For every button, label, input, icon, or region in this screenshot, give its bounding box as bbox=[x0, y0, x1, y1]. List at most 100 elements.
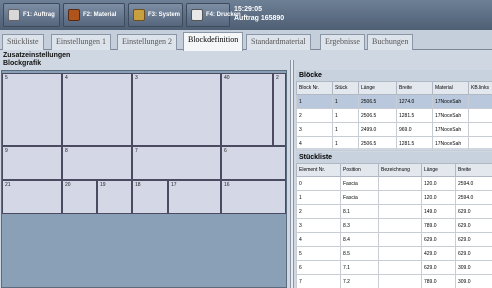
order-number: Auftrag 165890 bbox=[234, 15, 285, 22]
cell: 309.0 bbox=[455, 260, 492, 275]
splitter-handle[interactable] bbox=[290, 60, 294, 288]
cell: 1281.5 bbox=[396, 136, 433, 151]
folder-icon bbox=[8, 9, 20, 21]
block-9[interactable]: 9 bbox=[2, 146, 62, 180]
cell: 3 bbox=[296, 218, 341, 233]
section-title: Zusatzeinstellungen bbox=[3, 52, 71, 59]
table-row[interactable]: 4 1 2506.5 1281.5 17NoceSah bbox=[296, 136, 492, 151]
tab-einstellungen-1[interactable]: Einstellungen 1 bbox=[51, 34, 111, 50]
current-time: 15:29:05 bbox=[234, 6, 263, 13]
printer-icon bbox=[191, 9, 203, 21]
cell: 2499.0 bbox=[358, 122, 397, 137]
cell: 149.0 bbox=[421, 204, 456, 219]
col-block-nr[interactable]: Block Nr. bbox=[296, 81, 333, 95]
col-stueck[interactable]: Stück bbox=[332, 81, 359, 95]
bloecke-panel: Blöcke Block Nr. Stück Länge Breite Mate… bbox=[296, 70, 492, 151]
cell: 120.0 bbox=[421, 176, 456, 191]
auftrag-button[interactable]: F1: Auftrag bbox=[3, 3, 60, 27]
tab-ergebnisse[interactable]: Ergebnisse bbox=[320, 34, 365, 50]
cell: 2594.0 bbox=[455, 176, 492, 191]
block-2[interactable]: 2 bbox=[273, 73, 286, 146]
cell: 8.1 bbox=[340, 204, 379, 219]
table-row[interactable]: 6 7.1 629.0 309.0 bbox=[296, 260, 492, 275]
cell bbox=[378, 218, 422, 233]
block-20[interactable]: 20 bbox=[62, 180, 97, 214]
tab-einstellungen-2[interactable]: Einstellungen 2 bbox=[117, 34, 177, 50]
col-breite[interactable]: Breite bbox=[455, 163, 492, 177]
table-row[interactable]: 3 1 2499.0 969.0 17NoceSah bbox=[296, 122, 492, 137]
cell: 629.0 bbox=[421, 232, 456, 247]
col-laenge[interactable]: Länge bbox=[358, 81, 397, 95]
cell: 629.0 bbox=[421, 260, 456, 275]
tools-icon bbox=[133, 9, 145, 21]
cell: 5 bbox=[296, 246, 341, 261]
system-button[interactable]: F3: System bbox=[128, 3, 183, 27]
cell: 1 bbox=[332, 122, 359, 137]
cell: 629.0 bbox=[455, 218, 492, 233]
cell bbox=[378, 232, 422, 247]
col-material[interactable]: Material bbox=[432, 81, 469, 95]
toolbar: F1: Auftrag F2: Material F3: System F4: … bbox=[0, 0, 492, 30]
col-element-nr[interactable]: Element Nr. bbox=[296, 163, 341, 177]
blockgrafik-title: Blockgrafik bbox=[3, 60, 42, 67]
cell: 789.0 bbox=[421, 218, 456, 233]
drucken-button[interactable]: F4: Drucken bbox=[186, 3, 241, 27]
cell bbox=[378, 204, 422, 219]
cell: 7.1 bbox=[340, 260, 379, 275]
tab-standardmaterial[interactable]: Standardmaterial bbox=[246, 34, 311, 50]
col-bezeichnung[interactable]: Bezeichnung bbox=[378, 163, 422, 177]
cell: 8.3 bbox=[340, 218, 379, 233]
block-6[interactable]: 6 bbox=[221, 146, 286, 180]
cell: 1 bbox=[332, 108, 359, 123]
cell bbox=[468, 94, 492, 109]
block-4[interactable]: 4 bbox=[62, 73, 132, 146]
material-button[interactable]: F2: Material bbox=[63, 3, 125, 27]
col-breite[interactable]: Breite bbox=[396, 81, 433, 95]
bloecke-header-row: Block Nr. Stück Länge Breite Material KB… bbox=[296, 81, 492, 95]
block-17[interactable]: 17 bbox=[168, 180, 221, 214]
cell bbox=[378, 274, 422, 288]
table-row[interactable]: 0 Fascia 120.0 2594.0 bbox=[296, 176, 492, 191]
block-40[interactable]: 40 bbox=[221, 73, 273, 146]
cell: 17NoceSah bbox=[432, 122, 469, 137]
cell: 4 bbox=[296, 136, 333, 151]
cell: 17NoceSah bbox=[432, 108, 469, 123]
cell: 4 bbox=[296, 232, 341, 247]
block-19[interactable]: 19 bbox=[97, 180, 132, 214]
col-laenge[interactable]: Länge bbox=[421, 163, 456, 177]
tab-blockdefinition[interactable]: Blockdefinition bbox=[183, 32, 244, 51]
table-row[interactable]: 1 Fascia 120.0 2594.0 bbox=[296, 190, 492, 205]
table-row[interactable]: 2 8.1 149.0 629.0 bbox=[296, 204, 492, 219]
cell: Fascia bbox=[340, 176, 379, 191]
tab-stueckliste[interactable]: Stückliste bbox=[2, 34, 44, 50]
block-8[interactable]: 8 bbox=[62, 146, 132, 180]
cell: 8.5 bbox=[340, 246, 379, 261]
tab-buchungen[interactable]: Buchungen bbox=[367, 34, 414, 50]
col-position[interactable]: Position bbox=[340, 163, 379, 177]
table-row[interactable]: 4 8.4 629.0 629.0 bbox=[296, 232, 492, 247]
cell bbox=[468, 122, 492, 137]
cell bbox=[378, 176, 422, 191]
cell: 789.0 bbox=[421, 274, 456, 288]
table-row[interactable]: 5 8.5 429.0 629.0 bbox=[296, 246, 492, 261]
tab-bar: Stückliste Einstellungen 1 Einstellungen… bbox=[0, 30, 492, 51]
cell: 2 bbox=[296, 204, 341, 219]
table-row[interactable]: 7 7.2 789.0 309.0 bbox=[296, 274, 492, 288]
block-3[interactable]: 3 bbox=[132, 73, 221, 146]
stueckliste-header-row: Element Nr. Position Bezeichnung Länge B… bbox=[296, 163, 492, 177]
table-row[interactable]: 2 1 2506.5 1281.5 17NoceSah bbox=[296, 108, 492, 123]
block-21[interactable]: 21 bbox=[2, 180, 62, 214]
col-kb-links[interactable]: KB.links bbox=[468, 81, 492, 95]
cell: 2594.0 bbox=[455, 190, 492, 205]
block-16[interactable]: 16 bbox=[221, 180, 286, 214]
table-row[interactable]: 3 8.3 789.0 629.0 bbox=[296, 218, 492, 233]
cell: 3 bbox=[296, 122, 333, 137]
cell: 1281.5 bbox=[396, 108, 433, 123]
cell: 1 bbox=[296, 94, 333, 109]
block-18[interactable]: 18 bbox=[132, 180, 168, 214]
cell: 309.0 bbox=[455, 274, 492, 288]
cell: 629.0 bbox=[455, 232, 492, 247]
block-7[interactable]: 7 bbox=[132, 146, 221, 180]
block-5[interactable]: 5 bbox=[2, 73, 62, 146]
table-row[interactable]: 1 1 2506.5 1274.0 17NoceSah bbox=[296, 94, 492, 109]
